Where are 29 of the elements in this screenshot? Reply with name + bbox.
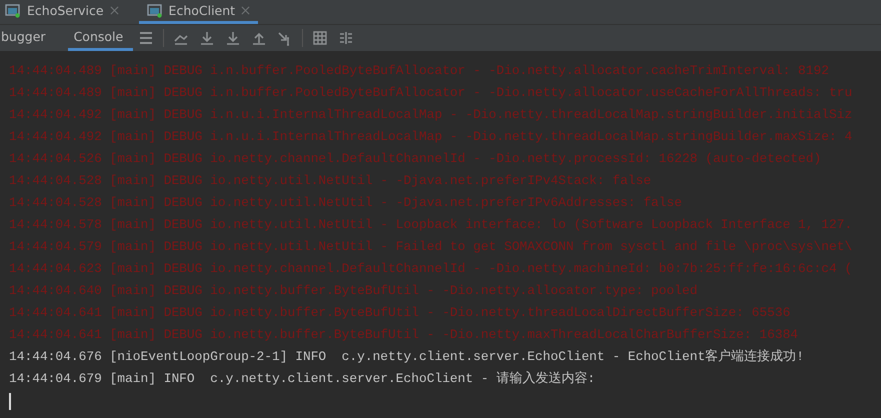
- log-line: 14:44:04.641 [main] DEBUG io.netty.buffer.ByteBufUtil - -Dio.netty.maxThreadLocalCharBufferSize: 16384: [9, 326, 800, 344]
- log-line: 14:44:04.492 [main] DEBUG i.n.u.i.InternalThreadLocalMap - -Dio.netty.threadLocalMap.stringBuilder.initialSiz: [9, 106, 854, 124]
- table-icon[interactable]: [312, 30, 328, 46]
- layout-icon[interactable]: [338, 30, 354, 46]
- window-icon: [146, 4, 163, 18]
- log-line: 14:44:04.641 [main] DEBUG io.netty.buffer.ByteBufUtil - -Dio.netty.threadLocalDirectBufferSize: 65536: [9, 304, 792, 322]
- menu-icon[interactable]: [138, 30, 154, 46]
- download-icon[interactable]: [225, 30, 242, 46]
- tool-tab[interactable]: Console: [68, 25, 134, 51]
- close-icon[interactable]: [241, 6, 250, 15]
- text-cursor: [9, 393, 11, 410]
- close-icon[interactable]: [110, 6, 119, 15]
- log-line: 14:44:04.528 [main] DEBUG io.netty.util.NetUtil - -Djava.net.preferIPv4Stack: false: [9, 172, 652, 190]
- run-tab[interactable]: EchoService: [0, 0, 127, 24]
- log-line: 14:44:04.679 [main] INFO c.y.netty.client.server.EchoClient - 请输入发送内容:: [9, 370, 596, 388]
- log-line: 14:44:04.623 [main] DEBUG io.netty.channel.DefaultChannelId - -Dio.netty.machineId: b0:7b:25:ff:fe:16:6c:c4 (: [9, 260, 854, 278]
- log-line: 14:44:04.640 [main] DEBUG io.netty.buffer.ByteBufUtil - -Dio.netty.allocator.type: pooled: [9, 282, 698, 300]
- log-line: 14:44:04.526 [main] DEBUG io.netty.channel.DefaultChannelId - -Dio.netty.processId: 16228 (auto-detected): [9, 150, 822, 168]
- log-line: 14:44:04.489 [main] DEBUG i.n.buffer.PooledByteBufAllocator - -Dio.netty.allocator.useCacheForAllThreads: tru: [9, 84, 854, 102]
- log-line: 14:44:04.578 [main] DEBUG io.netty.util.NetUtil - Loopback interface: lo (Software Loopback Interface 1, 127.: [9, 216, 854, 234]
- upload-icon[interactable]: [251, 30, 268, 46]
- log-line: 14:44:04.489 [main] DEBUG i.n.buffer.PooledByteBufAllocator - -Dio.netty.allocator.cacheTrimInterval: 8192: [9, 62, 830, 80]
- log-line: 14:44:04.676 [nioEventLoopGroup-2-1] INFO c.y.netty.client.server.EchoClient - EchoClient客户端连接成功!: [9, 348, 805, 366]
- log-line: 14:44:04.492 [main] DEBUG i.n.u.i.InternalThreadLocalMap - -Dio.netty.threadLocalMap.stringBuilder.maxSize: 4: [9, 128, 854, 146]
- tool-tab[interactable]: bugger: [1, 25, 68, 51]
- download-icon[interactable]: [199, 30, 216, 46]
- log-line: 14:44:04.579 [main] DEBUG io.netty.util.NetUtil - Failed to get SOMAXCONN from sysctl and file \proc\sys\net\: [9, 238, 854, 256]
- log-line: 14:44:04.528 [main] DEBUG io.netty.util.NetUtil - -Djava.net.preferIPv6Addresses: false: [9, 194, 684, 212]
- window-icon: [5, 4, 21, 18]
